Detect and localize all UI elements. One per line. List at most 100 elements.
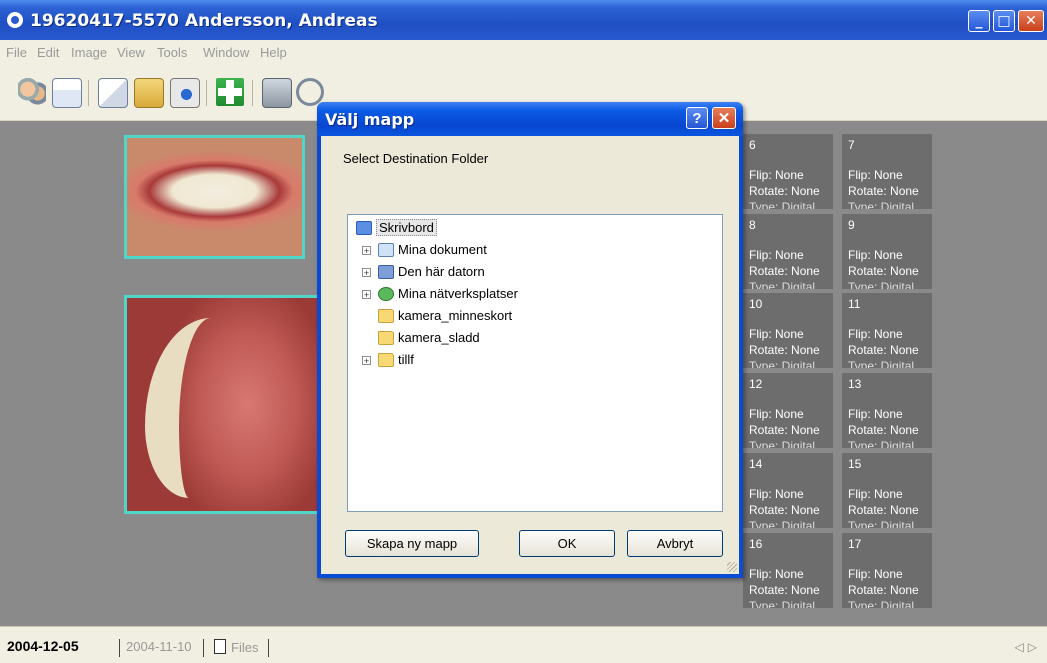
expand-icon[interactable]: + [362, 356, 371, 366]
thumbnail-rotate: Rotate: None [848, 184, 919, 198]
thumbnail-flip: Flip: None [848, 327, 903, 341]
thumbnail[interactable]: 15 Flip: None Rotate: None Type: Digital [842, 453, 932, 528]
thumbnail-type: Type: Digital [848, 519, 915, 528]
thumbnail[interactable]: 14 Flip: None Rotate: None Type: Digital [743, 453, 833, 528]
expand-icon[interactable]: + [362, 246, 371, 256]
patients-icon[interactable] [18, 78, 46, 106]
add-icon[interactable] [216, 78, 244, 106]
new-folder-button[interactable]: Skapa ny mapp [345, 530, 479, 557]
thumbnail[interactable]: 13 Flip: None Rotate: None Type: Digital [842, 373, 932, 448]
intraoral-photo-smile[interactable] [124, 135, 305, 259]
tree-item-label: kamera_minneskort [398, 308, 513, 323]
folder-icon [378, 331, 394, 345]
thumbnail-flip: Flip: None [848, 168, 903, 182]
toolbar-separator [206, 80, 207, 106]
thumbnail-flip: Flip: None [749, 248, 804, 262]
thumbnail[interactable]: 16 Flip: None Rotate: None Type: Digital [743, 533, 833, 608]
thumbnail-type: Type: Digital [749, 200, 816, 209]
menu-file[interactable]: File [6, 45, 27, 60]
thumbnail-number: 8 [749, 218, 756, 232]
my-documents-icon [378, 243, 394, 257]
tree-item-label: Mina nätverksplatser [398, 286, 518, 301]
resize-grip-icon[interactable] [727, 562, 737, 572]
thumbnail-rotate: Rotate: None [848, 583, 919, 597]
thumbnail-flip: Flip: None [848, 407, 903, 421]
thumbnail-type: Type: Digital [848, 280, 915, 289]
export-icon[interactable] [134, 78, 164, 108]
thumbnail-flip: Flip: None [749, 327, 804, 341]
thumbnail[interactable]: 12 Flip: None Rotate: None Type: Digital [743, 373, 833, 448]
tab-scroll-arrows-icon[interactable]: ◁▷ [1015, 640, 1041, 654]
thumbnail[interactable]: 9 Flip: None Rotate: None Type: Digital [842, 214, 932, 289]
intraoral-photo-upper-arch[interactable] [124, 295, 324, 514]
menu-view[interactable]: View [117, 45, 145, 60]
thumbnail-type: Type: Digital [749, 280, 816, 289]
thumbnail-type: Type: Digital [749, 359, 816, 368]
scanner-icon[interactable] [262, 78, 292, 108]
thumbnail-number: 13 [848, 377, 862, 391]
tree-item-label: Mina dokument [398, 242, 487, 257]
menu-image[interactable]: Image [71, 45, 107, 60]
destination-prompt: Select Destination Folder [343, 151, 489, 166]
thumbnail-flip: Flip: None [848, 567, 903, 581]
thumbnail-flip: Flip: None [749, 567, 804, 581]
folder-icon [378, 353, 394, 367]
ok-button[interactable]: OK [519, 530, 615, 557]
tab-files[interactable]: Files [214, 639, 258, 655]
window-title: 19620417-5570 Andersson, Andreas [30, 11, 378, 31]
thumbnail-type: Type: Digital [848, 439, 915, 448]
thumbnail[interactable]: 11 Flip: None Rotate: None Type: Digital [842, 293, 932, 368]
thumbnail[interactable]: 17 Flip: None Rotate: None Type: Digital [842, 533, 932, 608]
menu-edit[interactable]: Edit [37, 45, 59, 60]
thumbnail[interactable]: 10 Flip: None Rotate: None Type: Digital [743, 293, 833, 368]
menu-bar: File Edit Image View Tools Window Help [0, 40, 1047, 66]
my-computer-icon [378, 265, 394, 279]
maximize-button[interactable]: □ [993, 10, 1015, 32]
import-icon[interactable] [98, 78, 128, 108]
menu-help[interactable]: Help [260, 45, 287, 60]
thumbnail-rotate: Rotate: None [749, 343, 820, 357]
patient-card-icon[interactable] [52, 78, 82, 108]
toolbar-separator [88, 80, 89, 106]
thumbnail-rotate: Rotate: None [848, 503, 919, 517]
thumbnail[interactable]: 6 Flip: None Rotate: None Type: Digital [743, 134, 833, 209]
tree-item-label: tillf [398, 352, 414, 367]
app-icon [7, 12, 23, 28]
thumbnail-number: 10 [749, 297, 763, 311]
thumbnail-rotate: Rotate: None [848, 423, 919, 437]
dialog-titlebar[interactable]: Välj mapp ? ✕ [317, 102, 743, 136]
thumbnail-rotate: Rotate: None [749, 503, 820, 517]
thumbnail-number: 12 [749, 377, 763, 391]
thumbnail-type: Type: Digital [848, 200, 915, 209]
tab-date-active[interactable]: 2004-12-05 [7, 638, 79, 654]
select-folder-dialog: Välj mapp ? ✕ Select Destination Folder … [317, 102, 743, 578]
tab-date[interactable]: 2004-11-10 [126, 639, 192, 654]
dialog-close-button[interactable]: ✕ [712, 107, 736, 129]
cancel-button[interactable]: Avbryt [627, 530, 723, 557]
tab-files-label: Files [231, 640, 259, 655]
help-button[interactable]: ? [686, 107, 708, 129]
close-button[interactable]: ✕ [1018, 10, 1044, 32]
camera-icon[interactable] [170, 78, 200, 108]
dialog-title: Välj mapp [325, 110, 415, 129]
thumbnail-number: 15 [848, 457, 862, 471]
thumbnail-rotate: Rotate: None [749, 583, 820, 597]
menu-window[interactable]: Window [203, 45, 249, 60]
tree-item-label: kamera_sladd [398, 330, 480, 345]
toolbar-separator [252, 80, 253, 106]
teeth-graphic [145, 318, 255, 498]
window-titlebar[interactable]: 19620417-5570 Andersson, Andreas _ □ ✕ [0, 0, 1047, 40]
thumbnail[interactable]: 8 Flip: None Rotate: None Type: Digital [743, 214, 833, 289]
thumbnail-type: Type: Digital [749, 599, 816, 608]
folder-tree[interactable]: Skrivbord + Mina dokument + Den här dato… [347, 214, 723, 512]
thumbnail-flip: Flip: None [749, 407, 804, 421]
thumbnail-type: Type: Digital [848, 359, 915, 368]
thumbnail[interactable]: 7 Flip: None Rotate: None Type: Digital [842, 134, 932, 209]
thumbnail-flip: Flip: None [749, 487, 804, 501]
menu-tools[interactable]: Tools [157, 45, 187, 60]
minimize-button[interactable]: _ [968, 10, 990, 32]
expand-icon[interactable]: + [362, 268, 371, 278]
expand-icon[interactable]: + [362, 290, 371, 300]
folder-icon [378, 309, 394, 323]
network-places-icon [378, 287, 394, 301]
